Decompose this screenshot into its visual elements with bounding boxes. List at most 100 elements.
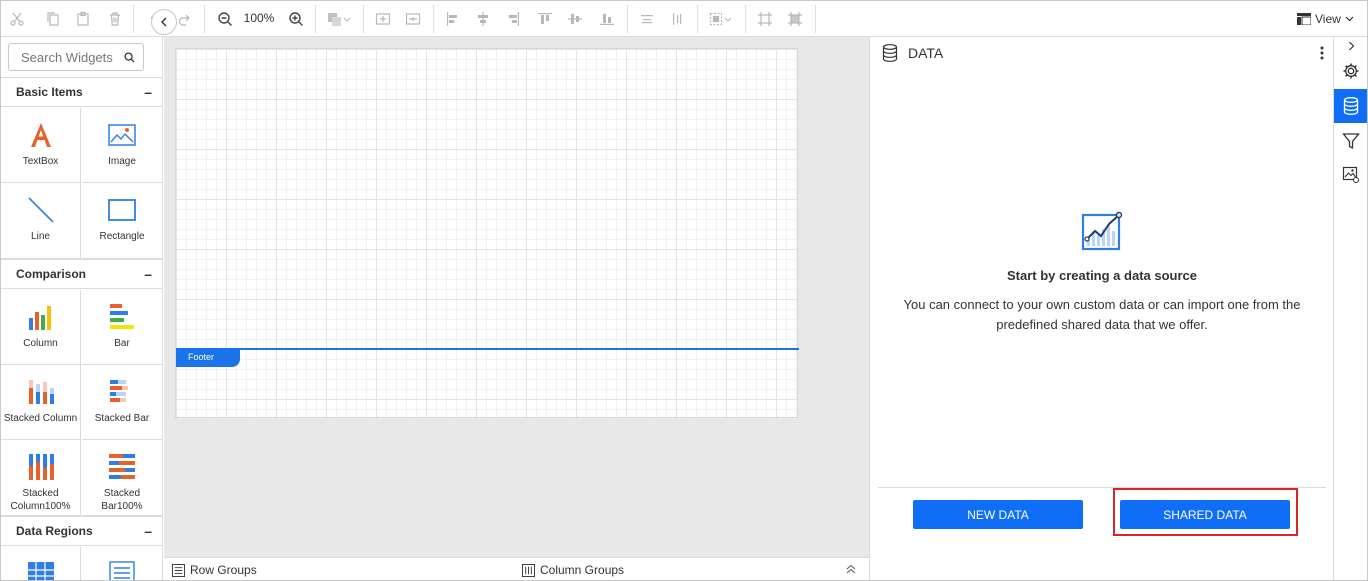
search-widgets-input[interactable] — [21, 49, 124, 65]
new-data-button[interactable]: NEW DATA — [913, 500, 1083, 529]
empty-data-state: Start by creating a data source You can … — [870, 211, 1334, 335]
widget-label: Stacked Column — [3, 413, 78, 424]
image-icon — [108, 120, 136, 150]
same-width-icon[interactable] — [635, 7, 659, 31]
toolbar-divider — [815, 5, 816, 33]
database-icon — [1343, 97, 1359, 115]
footer-divider[interactable] — [176, 348, 799, 350]
collapse-section-icon[interactable]: – — [144, 84, 152, 100]
align-top-icon[interactable] — [533, 7, 557, 31]
stacked-column100-icon — [27, 452, 55, 482]
properties-tab[interactable] — [1334, 54, 1367, 88]
widget-label: Stacked Column100% — [10, 488, 71, 512]
widget-stacked-column[interactable]: Stacked Column — [1, 365, 81, 440]
widget-textbox[interactable]: TextBox — [1, 108, 81, 183]
footer-tag[interactable]: Footer — [176, 349, 240, 367]
bar-chart-icon — [108, 302, 136, 332]
more-options-icon[interactable] — [1314, 43, 1330, 63]
align-middle-icon[interactable] — [563, 7, 587, 31]
data-panel-title: DATA — [908, 45, 944, 61]
search-widgets-box — [8, 43, 144, 71]
empty-state-description: You can connect to your own custom data … — [903, 297, 1301, 332]
database-icon — [882, 44, 898, 62]
zoom-in-icon[interactable] — [284, 7, 308, 31]
column-groups-button[interactable]: Column Groups — [522, 563, 624, 577]
align-right-icon[interactable] — [501, 7, 525, 31]
highlight-annotation — [1113, 488, 1298, 536]
widget-stacked-column100[interactable]: Stacked Column100% — [1, 440, 81, 516]
search-icon[interactable] — [124, 51, 135, 63]
stacked-bar100-icon — [108, 452, 136, 482]
widget-column[interactable]: Column — [1, 290, 81, 365]
chevron-down-icon — [1345, 16, 1354, 22]
toolbar-divider — [627, 5, 628, 33]
distribute-horizontal-icon[interactable] — [371, 7, 395, 31]
align-center-icon[interactable] — [471, 7, 495, 31]
report-designer: 100% View Search Widgets Basic Items – T… — [0, 0, 1368, 581]
paste-icon[interactable] — [71, 7, 95, 31]
selection-dropdown-icon[interactable] — [705, 7, 737, 31]
section-basic-items[interactable]: Basic Items – — [1, 77, 162, 107]
distribute-vertical-icon[interactable] — [401, 7, 425, 31]
delete-icon[interactable] — [103, 7, 127, 31]
chevron-right-icon — [1348, 41, 1354, 51]
collapse-section-icon[interactable]: – — [144, 266, 152, 282]
textbox-icon — [28, 120, 54, 150]
widget-image[interactable]: Image — [82, 108, 162, 183]
stacked-bar-icon — [108, 377, 136, 407]
row-groups-label: Row Groups — [190, 563, 257, 577]
image-manager-tab[interactable] — [1334, 158, 1367, 192]
bring-to-front-icon[interactable] — [783, 7, 807, 31]
toolbar-divider — [315, 5, 316, 33]
align-bottom-icon[interactable] — [595, 7, 619, 31]
send-to-back-icon[interactable] — [753, 7, 777, 31]
zoom-level: 100% — [243, 11, 275, 25]
column-groups-icon — [522, 563, 535, 577]
widget-rectangle[interactable]: Rectangle — [82, 183, 162, 259]
widget-bar[interactable]: Bar — [82, 290, 162, 365]
filter-tab[interactable] — [1334, 124, 1367, 158]
widget-stacked-bar[interactable]: Stacked Bar — [82, 365, 162, 440]
rectangle-icon — [108, 195, 136, 225]
filter-icon — [1342, 133, 1360, 150]
widget-stacked-bar100[interactable]: Stacked Bar100% — [82, 440, 162, 516]
widget-label: Stacked Bar — [94, 413, 150, 424]
toolbar-divider — [745, 5, 746, 33]
data-panel-header: DATA — [882, 43, 943, 63]
image-settings-icon — [1342, 166, 1359, 183]
toolbar-divider — [363, 5, 364, 33]
chevron-left-icon — [161, 17, 167, 27]
widget-label: TextBox — [22, 156, 59, 167]
row-groups-button[interactable]: Row Groups — [172, 563, 257, 577]
widget-list[interactable] — [82, 547, 162, 580]
toolbar-divider — [133, 5, 134, 33]
section-comparison[interactable]: Comparison – — [1, 259, 162, 289]
widget-line[interactable]: Line — [1, 183, 81, 259]
widget-table[interactable] — [1, 547, 81, 580]
view-menu-button[interactable]: View — [1297, 9, 1354, 29]
copy-icon[interactable] — [41, 7, 65, 31]
toolbar-divider — [697, 5, 698, 33]
collapse-panel-button[interactable] — [151, 9, 177, 35]
column-groups-label: Column Groups — [540, 563, 625, 577]
view-label: View — [1315, 12, 1341, 26]
toolbar-divider — [204, 5, 205, 33]
data-tab[interactable] — [1334, 89, 1367, 123]
report-design-surface[interactable]: Footer — [175, 48, 799, 418]
widget-label: Image — [108, 156, 136, 167]
same-height-icon[interactable] — [665, 7, 689, 31]
align-left-icon[interactable] — [441, 7, 465, 31]
arrange-dropdown-icon[interactable] — [323, 7, 355, 31]
section-title: Basic Items — [16, 85, 83, 99]
widgets-panel: Basic Items – TextBox Image Line Rect — [1, 37, 163, 580]
row-groups-icon — [172, 563, 185, 577]
section-title: Comparison — [16, 267, 87, 281]
properties-rail — [1333, 37, 1367, 580]
expand-groups-button[interactable] — [846, 564, 856, 574]
zoom-out-icon[interactable] — [213, 7, 237, 31]
section-data-regions[interactable]: Data Regions – — [1, 516, 162, 546]
double-chevron-up-icon — [846, 564, 856, 574]
cut-icon[interactable] — [5, 7, 29, 31]
expand-rail-button[interactable] — [1334, 37, 1367, 55]
collapse-section-icon[interactable]: – — [144, 523, 152, 539]
